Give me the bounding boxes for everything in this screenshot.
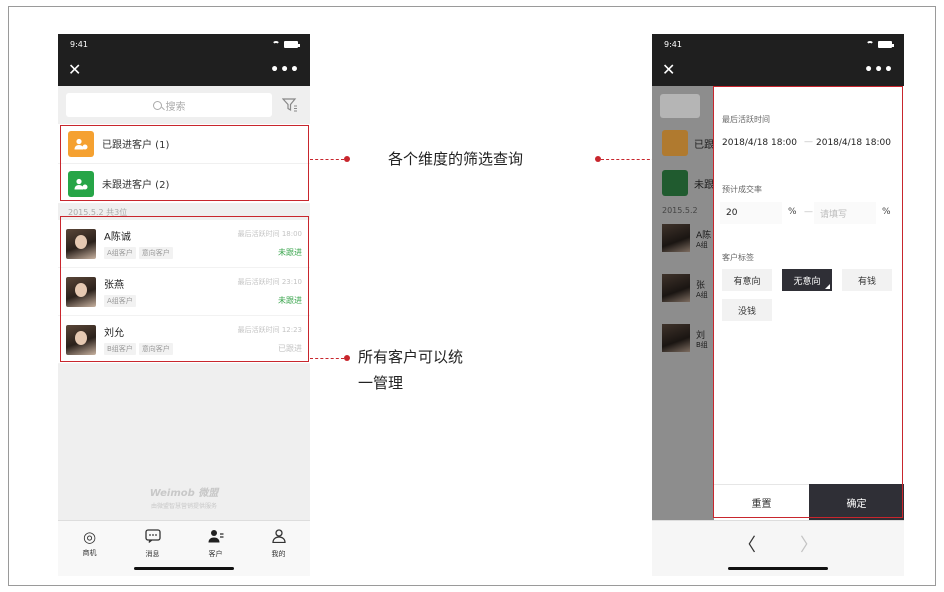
close-icon[interactable]: ✕ bbox=[68, 62, 81, 78]
search-row: 搜索 bbox=[58, 86, 310, 124]
customer-icon bbox=[208, 529, 224, 546]
annotation-connector bbox=[310, 358, 344, 359]
status-time: 9:41 bbox=[664, 39, 682, 49]
chat-bubble-icon bbox=[144, 529, 161, 546]
battery-icon bbox=[878, 40, 894, 48]
dimmed-avatar bbox=[662, 224, 690, 252]
brand-logo: Weimob 微盟 bbox=[149, 488, 219, 499]
annotation-connector bbox=[310, 159, 344, 160]
browser-nav: 〈 〉 bbox=[652, 520, 904, 576]
annotation-manage-line1: 所有客户可以统 bbox=[358, 348, 464, 366]
home-indicator bbox=[134, 567, 234, 570]
search-icon bbox=[152, 100, 162, 110]
search-input[interactable]: 搜索 bbox=[66, 93, 272, 117]
groups-highlight-box bbox=[60, 125, 309, 201]
tab-bar: ◎ 商机 消息 客户 我的 bbox=[58, 520, 310, 576]
dimmed-group-row: 未跟 bbox=[652, 170, 716, 196]
annotation-dot bbox=[344, 156, 350, 162]
dimmed-search bbox=[660, 94, 700, 118]
status-time: 9:41 bbox=[70, 39, 88, 49]
wifi-icon bbox=[866, 41, 874, 47]
person-icon bbox=[271, 529, 286, 546]
customers-highlight-box bbox=[60, 216, 309, 362]
dimmed-group-row: 已跟 bbox=[652, 130, 716, 156]
close-icon[interactable]: ✕ bbox=[662, 62, 675, 78]
nav-bar: ✕ ••• bbox=[652, 54, 904, 86]
tab-opportunity[interactable]: ◎ 商机 bbox=[58, 521, 121, 576]
dimmed-avatar bbox=[662, 274, 690, 302]
forward-icon[interactable]: 〉 bbox=[800, 531, 818, 557]
dimmed-date: 2015.5.2 bbox=[662, 206, 698, 215]
filter-panel-highlight-box bbox=[713, 86, 903, 518]
more-icon[interactable]: ••• bbox=[864, 62, 894, 78]
tab-me[interactable]: 我的 bbox=[247, 521, 310, 576]
annotation-manage-line2: 一管理 bbox=[358, 374, 404, 392]
wifi-icon bbox=[272, 41, 280, 47]
status-bar: 9:41 bbox=[58, 34, 310, 54]
brand-caption: 由微盟智慧营销提供服务 bbox=[150, 503, 217, 510]
home-indicator bbox=[728, 567, 828, 570]
target-icon: ◎ bbox=[82, 528, 97, 546]
filter-icon[interactable] bbox=[278, 93, 302, 117]
dimmed-avatar bbox=[662, 324, 690, 352]
battery-icon bbox=[284, 40, 300, 48]
brand-footer: Weimob 微盟 由微盟智慧营销提供服务 bbox=[58, 484, 310, 510]
annotation-filter: 各个维度的筛选查询 bbox=[388, 150, 524, 168]
nav-bar: ✕ ••• bbox=[58, 54, 310, 86]
more-icon[interactable]: ••• bbox=[270, 62, 300, 78]
back-icon[interactable]: 〈 bbox=[738, 531, 756, 557]
status-bar: 9:41 bbox=[652, 34, 904, 54]
annotation-dot bbox=[344, 355, 350, 361]
